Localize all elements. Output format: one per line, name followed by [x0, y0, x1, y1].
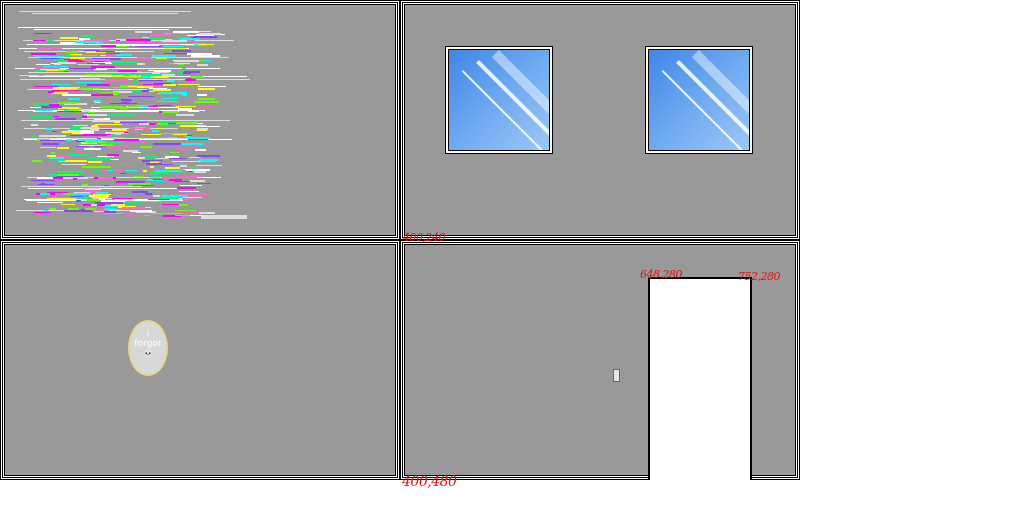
forgor-sign[interactable]: i forgor 💀 [128, 320, 168, 376]
window-right [645, 46, 753, 154]
skull-icon: 💀 [143, 349, 153, 358]
light-switch[interactable] [613, 369, 620, 382]
room-bottom-left [0, 240, 400, 480]
coord-annotation-2: 648,280 [640, 268, 683, 281]
sign-line-2: forgor [134, 339, 162, 349]
coord-annotation-4: 400,480 [402, 474, 457, 490]
window-left [445, 46, 553, 154]
room-top-left [0, 0, 400, 240]
coord-annotation-1: 400,240 [403, 231, 446, 244]
doorway[interactable] [648, 277, 752, 480]
coord-annotation-3: 752,280 [738, 270, 781, 283]
glitch-noise-art [15, 11, 250, 219]
